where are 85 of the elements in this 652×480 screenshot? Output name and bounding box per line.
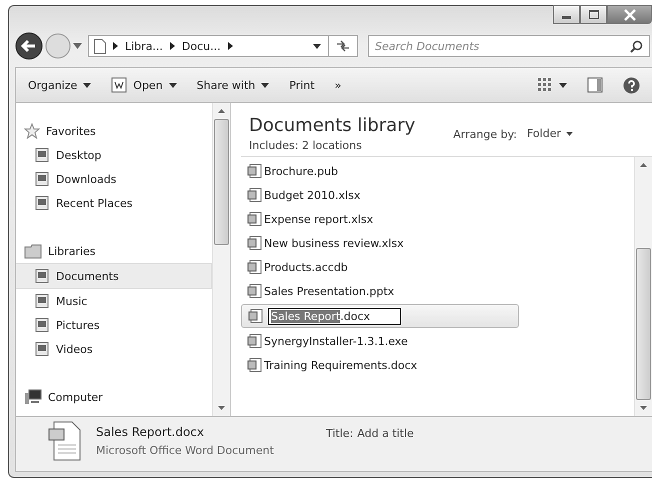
sidebar-item[interactable]: Downloads: [16, 167, 212, 191]
sidebar-group[interactable]: Favorites: [16, 119, 212, 143]
address-bar[interactable]: Libra... Docu...: [88, 35, 358, 57]
sidebar-group[interactable]: Computer: [16, 385, 212, 409]
maximize-button[interactable]: [580, 5, 607, 24]
folder-item-icon: [34, 317, 50, 333]
help-icon: [623, 76, 640, 94]
toolbar-button[interactable]: »: [326, 76, 350, 94]
library-title: Documents library: [249, 115, 416, 136]
sidebar-item[interactable]: Pictures: [16, 313, 212, 337]
close-button[interactable]: [607, 5, 652, 24]
caret-icon: [566, 132, 573, 136]
chevron-icon: [228, 42, 233, 50]
scrollbar[interactable]: [212, 103, 230, 416]
document-icon: [48, 421, 82, 461]
search-field[interactable]: Search Documents: [368, 35, 650, 57]
caret-icon: [168, 82, 177, 88]
rename-field[interactable]: Sales Report.docx: [268, 308, 402, 324]
file-item[interactable]: Products.accdb: [241, 255, 348, 279]
breadcrumb[interactable]: Libra...: [125, 40, 163, 52]
back-button[interactable]: [15, 32, 43, 60]
file-item[interactable]: Budget 2010.xlsx: [241, 183, 360, 207]
file-type: Microsoft Office Word Document: [96, 444, 275, 457]
file-icon: [247, 259, 263, 275]
toolbar-menu-button[interactable]: Open: [103, 74, 185, 96]
dropdown-icon[interactable]: [313, 44, 321, 48]
folder-icon: [24, 243, 42, 259]
document-icon: [94, 38, 106, 54]
toolbar-menu-button[interactable]: Share with: [188, 76, 278, 94]
file-icon: [247, 235, 263, 251]
breadcrumb[interactable]: Docu...: [182, 40, 221, 52]
file-icon: [248, 308, 264, 324]
computer-icon: [24, 389, 42, 405]
search-icon[interactable]: [630, 40, 643, 53]
file-icon: [247, 357, 263, 373]
folder-item-icon: [34, 195, 50, 211]
title-value[interactable]: Add a title: [357, 427, 414, 440]
file-item[interactable]: SynergyInstaller-1.3.1.exe: [241, 329, 408, 353]
scroll-up-icon[interactable]: [640, 163, 647, 167]
arrange-dropdown[interactable]: Folder: [523, 124, 577, 143]
star-icon: [24, 123, 40, 139]
toolbar-button[interactable]: Print: [281, 76, 323, 94]
caret-icon: [83, 82, 92, 88]
file-item[interactable]: Expense report.xlsx: [241, 207, 374, 231]
scroll-up-icon[interactable]: [218, 109, 225, 113]
close-icon: [622, 8, 636, 20]
chevron-icon: [170, 42, 175, 50]
sidebar-item[interactable]: Videos: [16, 337, 212, 361]
scroll-down-icon[interactable]: [640, 406, 647, 410]
file-icon: [247, 283, 263, 299]
selected-file-item[interactable]: Sales Report.docx: [241, 304, 519, 328]
folder-item-icon: [34, 293, 50, 309]
arrange-by-label: Arrange by:: [453, 128, 517, 141]
sidebar-item[interactable]: Documents: [16, 263, 212, 289]
scrollbar[interactable]: [634, 157, 652, 416]
title-label: Title:: [326, 427, 354, 440]
file-name: Sales Report.docx: [96, 425, 206, 439]
library-subtitle[interactable]: Includes: 2 locations: [249, 139, 416, 152]
minimize-button[interactable]: [553, 5, 580, 24]
chevron-icon: [113, 42, 118, 50]
sidebar-item[interactable]: Desktop: [16, 143, 212, 167]
pane-icon: [587, 77, 603, 93]
file-item[interactable]: Brochure.pub: [241, 159, 338, 183]
toolbar-menu-button[interactable]: Organize: [20, 76, 100, 94]
file-item[interactable]: Training Requirements.docx: [241, 353, 418, 377]
sidebar-item[interactable]: Recent Places: [16, 191, 212, 215]
scroll-down-icon[interactable]: [218, 406, 225, 410]
document-icon: [111, 77, 128, 93]
history-dropdown-icon[interactable]: [73, 43, 82, 49]
file-icon: [247, 333, 263, 349]
caret-icon: [261, 82, 270, 88]
caret-icon: [559, 82, 567, 88]
file-item[interactable]: New business review.xlsx: [241, 231, 404, 255]
sidebar-group[interactable]: Libraries: [16, 239, 212, 263]
file-icon: [247, 211, 263, 227]
file-icon: [247, 163, 263, 179]
file-icon: [247, 187, 263, 203]
folder-item-icon: [34, 171, 50, 187]
grid-icon: [537, 77, 553, 93]
folder-item-icon: [34, 147, 50, 163]
sidebar-item[interactable]: Music: [16, 289, 212, 313]
folder-item-icon: [34, 341, 50, 357]
refresh-icon: [336, 40, 350, 52]
folder-item-icon: [34, 268, 50, 284]
file-item[interactable]: Sales Presentation.pptx: [241, 279, 394, 303]
